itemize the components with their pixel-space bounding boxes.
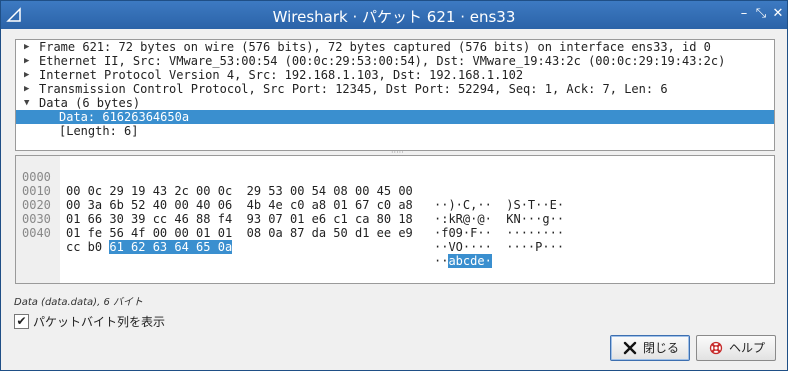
tree-item-ethernet[interactable]: ▶ Ethernet II, Src: VMware_53:00:54 (00:… bbox=[16, 54, 774, 68]
bytes-row: 0010 00 3a 6b 52 40 00 40 06 4b 4e c0 a8… bbox=[22, 184, 565, 226]
bytes-row: 0030 01 fe 56 4f 00 00 01 01 08 0a 87 da… bbox=[22, 212, 565, 254]
packet-details-tree[interactable]: ▶ Frame 621: 72 bytes on wire (576 bits)… bbox=[15, 39, 775, 151]
close-window-icon[interactable]: ✕ bbox=[771, 7, 785, 21]
tree-item-frame[interactable]: ▶ Frame 621: 72 bytes on wire (576 bits)… bbox=[16, 40, 774, 54]
bytes-hex-plain[interactable]: cc b0 bbox=[66, 240, 109, 254]
checkbox-label[interactable]: パケットバイト列を表示 bbox=[33, 313, 165, 330]
checkmark-icon[interactable]: ✔ bbox=[14, 314, 29, 329]
tree-item-data[interactable]: ▼ Data (6 bytes) bbox=[16, 96, 774, 110]
tree-item-length[interactable]: [Length: 6] bbox=[16, 124, 774, 138]
close-button[interactable]: 閉じる bbox=[610, 335, 690, 361]
minimize-icon[interactable]: – bbox=[737, 7, 751, 21]
bytes-hex-highlight[interactable]: 61 62 63 64 65 0a bbox=[109, 240, 233, 254]
tree-item-data-value[interactable]: Data: 61626364650a bbox=[16, 110, 774, 124]
expand-arrow-icon[interactable]: ▶ bbox=[24, 68, 34, 82]
bytes-row: 0000 00 0c 29 19 43 2c 00 0c 29 53 00 54… bbox=[22, 170, 565, 212]
window-title: Wireshark · パケット 621 · ens33 bbox=[272, 8, 516, 26]
restore-icon[interactable]: ⤡ bbox=[754, 7, 768, 21]
bytes-ascii-highlight[interactable]: abcde· bbox=[448, 254, 492, 268]
packet-bytes-pane[interactable]: 0000 00 0c 29 19 43 2c 00 0c 29 53 00 54… bbox=[15, 155, 775, 284]
expand-arrow-icon[interactable]: ▶ bbox=[24, 54, 34, 68]
title-bar[interactable]: Wireshark · パケット 621 · ens33 – ⤡ ✕ bbox=[1, 1, 787, 29]
bytes-row: 0040 cc b0 61 62 63 64 65 0a ··abcde· bbox=[22, 226, 492, 268]
bytes-ascii-plain[interactable]: ·· bbox=[434, 254, 448, 268]
bytes-row: 0020 01 66 30 39 cc 46 88 f4 93 07 01 e6… bbox=[22, 198, 565, 240]
help-button[interactable]: ヘルプ bbox=[696, 335, 776, 361]
close-x-icon bbox=[623, 341, 637, 355]
expand-arrow-icon[interactable]: ▶ bbox=[24, 40, 34, 54]
help-lifebuoy-icon bbox=[709, 341, 723, 355]
pane-splitter-handle[interactable]: ····· bbox=[391, 149, 404, 157]
collapse-arrow-icon[interactable]: ▼ bbox=[24, 96, 34, 110]
expand-arrow-icon[interactable]: ▶ bbox=[24, 82, 34, 96]
status-text: Data (data.data), 6 バイト bbox=[14, 297, 143, 308]
tree-item-tcp[interactable]: ▶ Transmission Control Protocol, Src Por… bbox=[16, 82, 774, 96]
tree-item-ip[interactable]: ▶ Internet Protocol Version 4, Src: 192.… bbox=[16, 68, 774, 82]
dialog-window: Wireshark · パケット 621 · ens33 – ⤡ ✕ ▶ Fra… bbox=[0, 0, 788, 371]
